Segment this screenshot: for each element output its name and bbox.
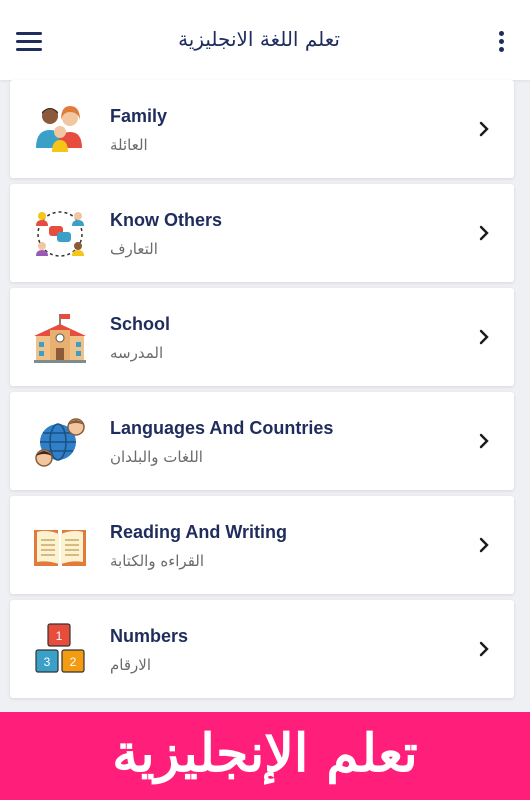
svg-text:2: 2 xyxy=(70,655,77,669)
chevron-right-icon xyxy=(479,641,489,657)
globe-people-icon xyxy=(35,418,85,467)
topic-subtitle: الارقام xyxy=(110,656,151,674)
topic-subtitle: العائلة xyxy=(110,136,148,154)
chevron-right-icon xyxy=(479,121,489,137)
chevron-right-icon xyxy=(479,433,489,449)
chevron-right-icon xyxy=(479,225,489,241)
topic-subtitle: القراءه والكتابة xyxy=(110,552,205,570)
topic-title: Know Others xyxy=(110,210,223,230)
topic-title: Family xyxy=(110,106,168,126)
chat-people-icon xyxy=(36,211,84,257)
promo-banner[interactable]: تعلم الإنجليزية xyxy=(0,712,530,800)
topic-title: School xyxy=(110,314,171,334)
app-title: تعلم اللغة الانجليزية xyxy=(178,27,340,51)
topic-subtitle: المدرسه xyxy=(110,344,164,362)
topic-title: Numbers xyxy=(110,626,189,646)
topic-card-know-others[interactable]: Know Others التعارف xyxy=(10,184,514,282)
open-book-icon xyxy=(34,530,86,566)
svg-text:1: 1 xyxy=(56,629,63,643)
more-options-icon[interactable] xyxy=(496,31,506,53)
topic-card-reading-and-writing[interactable]: Reading And Writing القراءه والكتابة xyxy=(10,496,514,594)
number-blocks-icon: 1 3 2 xyxy=(35,623,85,673)
family-icon xyxy=(36,106,82,152)
topic-title: Reading And Writing xyxy=(110,522,287,542)
school-building-icon xyxy=(34,314,86,363)
hamburger-menu-icon[interactable] xyxy=(16,32,42,52)
topic-card-family[interactable]: Family العائلة xyxy=(10,80,514,178)
svg-text:3: 3 xyxy=(44,655,51,669)
app-bar: تعلم اللغة الانجليزية xyxy=(0,0,530,80)
chevron-right-icon xyxy=(479,537,489,553)
topic-card-numbers[interactable]: 1 3 2 Numbers الارقام xyxy=(10,600,514,698)
topic-subtitle: اللغات والبلدان xyxy=(110,448,203,466)
banner-text: تعلم الإنجليزية xyxy=(112,723,418,784)
topic-subtitle: التعارف xyxy=(110,240,158,258)
topic-title: Languages And Countries xyxy=(110,418,334,438)
topic-card-languages-and-countries[interactable]: Languages And Countries اللغات والبلدان xyxy=(10,392,514,490)
topic-card-school[interactable]: School المدرسه xyxy=(10,288,514,386)
chevron-right-icon xyxy=(479,329,489,345)
